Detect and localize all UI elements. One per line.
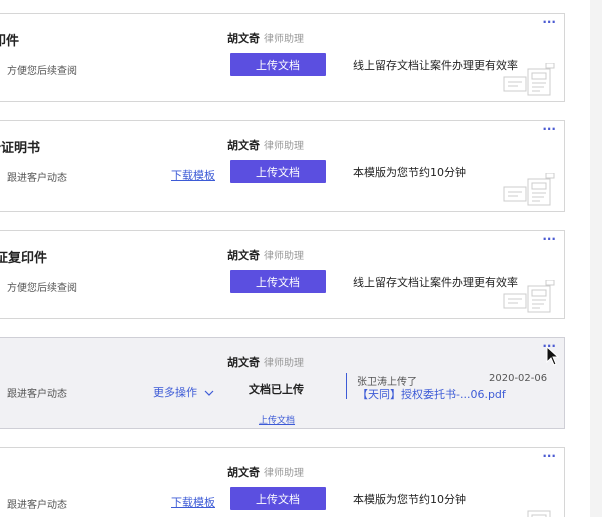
more-operations-dropdown[interactable]: 更多操作 [153, 384, 214, 400]
document-illustration-icon [503, 280, 555, 313]
card-note: 线上留存文档让案件办理更有效率 [353, 59, 518, 72]
card-title: 复印件 [0, 34, 20, 49]
assignee-name: 胡文奇 [227, 139, 260, 152]
more-options-icon[interactable]: ··· [542, 233, 556, 245]
card-note: 本模版为您节约10分钟 [353, 166, 466, 179]
download-template-link[interactable]: 下载模板 [171, 167, 215, 183]
mouse-cursor-icon [546, 346, 560, 366]
document-card: 胡文奇 律师助理 跟进客户动态 下载模板 上传文档 本模版为您节约10分钟 ··· [0, 447, 565, 517]
upload-document-button[interactable]: 上传文档 [230, 160, 326, 183]
upload-document-link[interactable]: 上传文档 [259, 413, 295, 426]
assignee-role: 律师助理 [264, 34, 304, 45]
chevron-down-icon [204, 390, 213, 396]
download-template-link[interactable]: 下载模板 [171, 494, 215, 510]
assignee: 胡文奇 律师助理 [227, 464, 304, 480]
upload-status: 文档已上传 [249, 383, 304, 396]
assignee: 胡文奇 律师助理 [227, 137, 304, 153]
assignee-name: 胡文奇 [227, 249, 260, 262]
assignee-role: 律师助理 [264, 468, 304, 479]
card-note: 线上留存文档让案件办理更有效率 [353, 276, 518, 289]
assignee-role: 律师助理 [264, 141, 304, 152]
document-card-uploaded: 胡文奇 律师助理 跟进客户动态 更多操作 文档已上传 上传文档 张卫涛上传了 20… [0, 337, 565, 429]
upload-document-button[interactable]: 上传文档 [230, 270, 326, 293]
card-title: 身份证明书 [0, 141, 41, 156]
card-subtitle: 跟进客户动态 [7, 173, 67, 184]
document-illustration-icon [503, 173, 555, 206]
upload-document-button[interactable]: 上传文档 [230, 53, 326, 76]
assignee-role: 律师助理 [264, 251, 304, 262]
scrollbar[interactable] [590, 0, 602, 517]
assignee: 胡文奇 律师助理 [227, 354, 304, 370]
card-subtitle: 方便您后续查阅 [7, 66, 77, 77]
card-subtitle: 方便您后续查阅 [7, 283, 77, 294]
document-card: 身份证复印件 方便您后续查阅 胡文奇律师助理 上传文档 线上留存文档让案件办理更… [0, 230, 565, 319]
assignee-name: 胡文奇 [227, 466, 260, 479]
uploaded-file-link[interactable]: 【天同】授权委托书-...06.pdf [357, 386, 506, 402]
assignee-role: 律师助理 [264, 358, 304, 369]
more-options-icon[interactable]: ··· [542, 450, 556, 462]
document-illustration-icon [527, 510, 551, 517]
upload-date: 2020-02-06 [489, 373, 548, 384]
assignee-name: 胡文奇 [227, 32, 260, 45]
assignee-name: 胡文奇 [227, 356, 260, 369]
document-illustration-icon [503, 63, 555, 96]
document-card: 复印件 方便您后续查阅 胡文奇律师助理 上传文档 线上留存文档让案件办理更有效率… [0, 13, 565, 102]
more-operations-label: 更多操作 [153, 386, 197, 399]
card-subtitle: 跟进客户动态 [7, 389, 67, 400]
card-subtitle: 跟进客户动态 [7, 500, 67, 511]
more-options-icon[interactable]: ··· [542, 123, 556, 135]
divider [346, 373, 347, 399]
upload-document-button[interactable]: 上传文档 [230, 487, 326, 510]
more-options-icon[interactable]: ··· [542, 16, 556, 28]
document-card: 身份证明书 跟进客户动态 胡文奇律师助理 下载模板 上传文档 本模版为您节约10… [0, 120, 565, 212]
card-note: 本模版为您节约10分钟 [353, 493, 466, 506]
card-title: 身份证复印件 [0, 251, 48, 266]
assignee: 胡文奇 律师助理 [227, 247, 304, 263]
assignee: 胡文奇 律师助理 [227, 30, 304, 46]
